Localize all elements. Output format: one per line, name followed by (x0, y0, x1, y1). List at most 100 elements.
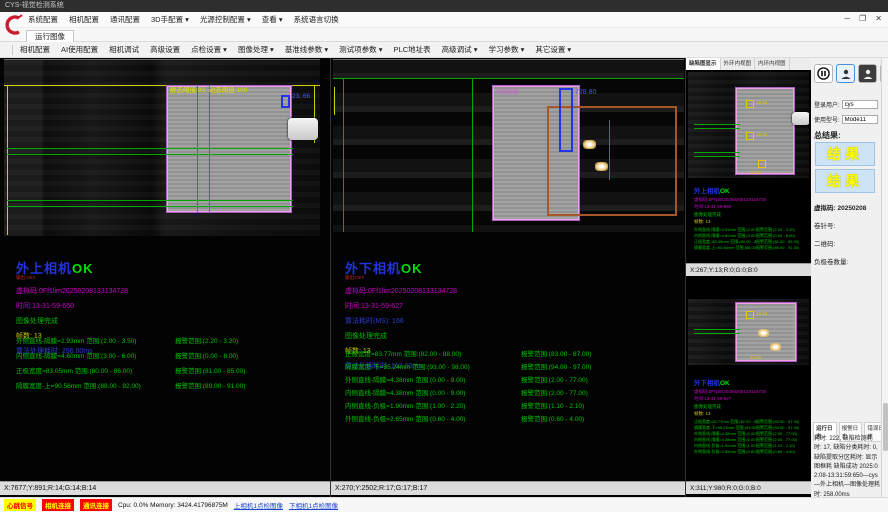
camera-name: 外上相机 (16, 261, 72, 276)
menu-item[interactable]: 系统语言切换 (294, 14, 339, 25)
status-bar: 心跳信号 相机连接 通讯连接 Cpu: 0.0% Memory: 3424.41… (0, 497, 888, 512)
guide-line (694, 333, 740, 334)
camera-link-badge: 相机连接 (42, 499, 74, 511)
user-settings-button[interactable] (858, 64, 877, 83)
roi-block (167, 86, 291, 212)
alarm-range: 报警范围:(0.00 - 8.00) (175, 349, 238, 364)
result-box-2: 结果 (815, 169, 875, 193)
thumbnail-tabs: 缺陷图显示 外环内视图 内环内视图 (686, 58, 811, 70)
connector-part (288, 118, 318, 140)
guide-line (197, 86, 198, 212)
measurement-value: 隔膜宽度-上=90.56mm 范围:(88.00 - 92.00) (694, 245, 756, 251)
toolbar-item[interactable]: 图像处理 ▾ (238, 44, 274, 55)
alarm-range: 报警范围:(0.60 - 4.00) (756, 449, 795, 455)
measurement-value: 外侧直线-隔膜=4.38mm 范围:(0.00 - 9.00) (345, 374, 521, 387)
defect-box (746, 100, 754, 108)
middle-coord-bar: X:270;Y:2502;R:17;G:17;B:17 (331, 481, 685, 495)
left-camera-image[interactable]: 23, 66 静态阈值:93, 动态阈值:100 (4, 59, 320, 236)
toolbar-item[interactable]: PLC地址表 (394, 44, 431, 55)
alarm-range: 报警范围:(2.00 - 77.00) (521, 387, 588, 400)
sidebar-scrollbar[interactable] (881, 58, 888, 497)
login-user-input[interactable] (842, 100, 878, 109)
menu-item[interactable]: 光源控制配置 ▾ (200, 14, 251, 25)
result-status: OK (72, 261, 94, 276)
guide-line (472, 78, 473, 232)
maximize-icon[interactable]: ❐ (859, 14, 866, 23)
menu-item[interactable]: 系统配置 (28, 14, 58, 25)
lower-camera-check-link[interactable]: 下相机1点检图像 (289, 500, 338, 510)
process-done-line: 图像处理完成 (16, 316, 128, 326)
measurement-row: 内侧直线-隔膜=4.60mm 范围:(3.00 - 6.00) 报警范围:(0.… (16, 349, 328, 364)
frame-count-line: 帧数: 13 (694, 411, 799, 417)
measurement-value: 隔膜宽度-上=90.56mm 范围:(88.00 - 92.00) (16, 379, 175, 394)
measurement-value: 正极宽度=83.77mm 范围:(82.00 - 88.00) (345, 348, 521, 361)
minimize-icon[interactable]: ─ (844, 14, 850, 23)
window-controls: ─ ❐ ✕ (844, 14, 882, 23)
barcode-line: 虚拟码:0Ff1lim20250208133134728 (694, 197, 799, 203)
thumb-tab-defect[interactable]: 缺陷图显示 (686, 58, 721, 70)
pause-button[interactable] (814, 64, 833, 83)
toolbar-item[interactable]: 相机配置 (20, 44, 50, 55)
menu-item[interactable]: 相机配置 (69, 14, 99, 25)
menu-item[interactable]: 3D手配置 ▾ (151, 14, 189, 25)
guide-line (694, 128, 740, 129)
toolbar-item[interactable]: AI使用配置 (61, 44, 98, 55)
toolbar: 相机配置 AI使用配置相机调试高级设置点检设置 ▾ 图像处理 ▾ 基准线参数 ▾ 测试项… (0, 42, 888, 58)
thumbnail-1[interactable]: 18.40 16.40 23.60 外上相机OK 虚拟码:0Ff1lim2025… (686, 70, 811, 277)
measurement-row: 外侧直线-隔膜=2.93mm 范围:(2.00 - 3.50) 报警范围:(2.… (16, 334, 328, 349)
toolbar-item[interactable]: 高级设置 (150, 44, 180, 55)
toolbar-item[interactable]: 学习参数 ▾ (488, 44, 524, 55)
time-line: 时间:13-31-59-627 (694, 396, 799, 402)
login-user-field: 登录用户: (814, 100, 878, 109)
toolbar-item[interactable]: 点检设置 ▾ (191, 44, 227, 55)
upper-camera-check-link[interactable]: 上相机1点检图像 (234, 500, 283, 510)
reflection-spot (595, 162, 608, 171)
middle-measurements: 正极宽度=83.77mm 范围:(82.00 - 88.00) 报警范围:(83… (345, 348, 683, 426)
menu-bar: 系统配置相机配置通讯配置 3D手配置 ▾ 光源控制配置 ▾ 查看 ▾ 系统语言切换 ─ … (0, 12, 888, 28)
toolbar-item[interactable]: 测试项参数 ▾ (339, 44, 382, 55)
alarm-range: 报警范围:(89.00 - 91.00) (175, 379, 245, 394)
toolbar-items: 相机配置 AI使用配置相机调试高级设置点检设置 ▾ 图像处理 ▾ 基准线参数 ▾ 测试项… (20, 44, 571, 55)
user-button[interactable] (836, 64, 855, 83)
process-done-line: 图像处理完成 (694, 212, 799, 218)
process-done-line: 图像处理完成 (345, 331, 457, 341)
user-settings-icon (862, 68, 874, 80)
time-line: 时间:13-31-59-650 (694, 204, 799, 210)
toolbar-item[interactable]: 其它设置 ▾ (535, 44, 571, 55)
guide-line (7, 206, 293, 207)
camera-name: 外下相机 (694, 380, 720, 387)
connector-part (792, 112, 809, 125)
measurement-row: 正极宽度=83.05mm 范围:(80.00 - 86.00) 报警范围:(81… (16, 364, 328, 379)
toolbar-item[interactable]: 高级调试 ▾ (442, 44, 478, 55)
mini-measurements: 外侧直线-隔膜=2.93mm 范围:(2.00 - 3.50) 报警范围:(2.… (694, 227, 799, 251)
measurement-row: 隔膜宽度-上=90.56mm 范围:(88.00 - 92.00) 报警范围:(… (694, 245, 799, 251)
pixel-coords: X:311;Y:980;R:0;G:0;B:0 (690, 485, 761, 492)
thumbnail-2[interactable]: 18.40 23.60 外下相机OK 虚拟码:0Ff1lim2025020813… (686, 277, 811, 497)
algo-time-line: 算法耗时(MS): 166 (345, 316, 457, 326)
alarm-range: 报警范围:(1.10 - 2.10) (521, 400, 584, 413)
menu-item[interactable]: 查看 ▾ (262, 14, 283, 25)
middle-camera-image[interactable]: AI检测框 728.80 (333, 59, 684, 232)
heartbeat-badge: 心跳信号 (4, 499, 36, 511)
guide-line (7, 85, 8, 235)
measurement-value: 外侧直线-负极=2.65mm 范围:(0.60 - 4.00) (345, 413, 521, 426)
alarm-range: 报警范围:(2.20 - 3.20) (175, 334, 238, 349)
camera-name: 外上相机 (694, 188, 720, 195)
thumbnail-2-image: 18.40 23.60 (688, 299, 809, 365)
thumb-tab-inner[interactable]: 内环内视图 (755, 58, 790, 70)
model-input[interactable] (842, 115, 878, 124)
thumb-tab-outer[interactable]: 外环内视图 (721, 58, 756, 70)
toolbar-item[interactable]: 相机调试 (109, 44, 139, 55)
alarm-range: 报警范围:(89.00 - 91.00) (756, 245, 799, 251)
guide-line (334, 87, 335, 115)
toolbar-item[interactable]: 基准线参数 ▾ (285, 44, 328, 55)
menu-item[interactable]: 通讯配置 (110, 14, 140, 25)
reflection-spot (758, 329, 769, 337)
guide-line (694, 329, 740, 330)
scrollbar-thumb[interactable] (883, 403, 888, 451)
frame-count-line: 帧数: 13 (694, 219, 799, 225)
measure-value: 728.80 (575, 89, 596, 96)
main-area: 23, 66 静态阈值:93, 动态阈值:100 外上相机OK 输出:OK!! … (0, 58, 888, 497)
defect-box (746, 311, 754, 319)
close-icon[interactable]: ✕ (875, 14, 882, 23)
